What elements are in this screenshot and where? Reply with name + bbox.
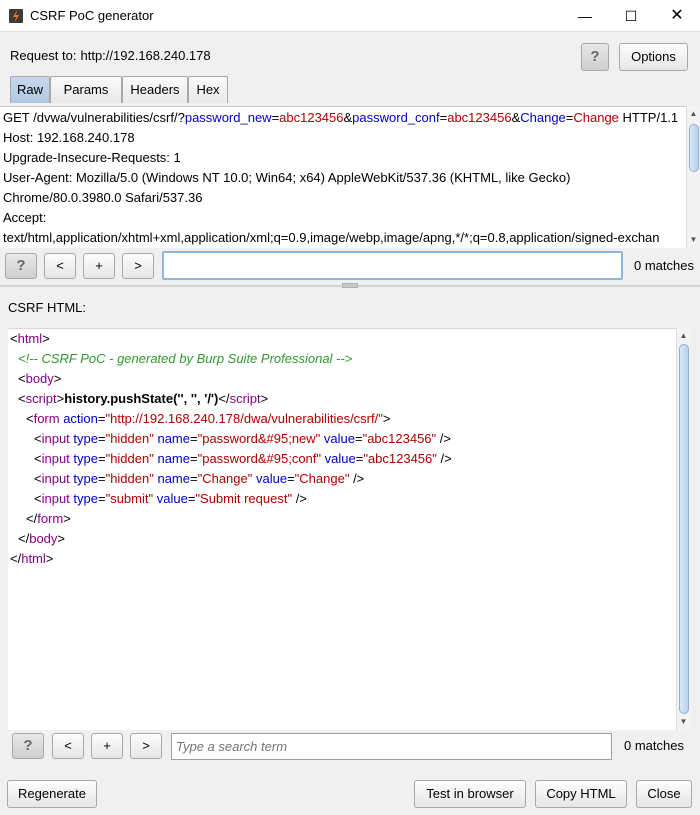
code-line: <input type="hidden" name="password&#95;… (34, 451, 452, 466)
request-line: GET /dvwa/vulnerabilities/csrf/?password… (3, 110, 679, 125)
search-next-button[interactable]: > (122, 253, 154, 279)
close-window-button[interactable]: ✕ (654, 0, 700, 32)
search-help-icon[interactable]: ? (12, 733, 44, 759)
csrf-html-label: CSRF HTML: (8, 300, 86, 315)
request-host: http://192.168.240.178 (80, 48, 211, 63)
scroll-up-arrow-icon[interactable]: ▲ (687, 108, 700, 120)
html-scrollbar[interactable]: ▲ ▼ (676, 328, 690, 730)
search-add-button[interactable]: + (83, 253, 115, 279)
header-line: Upgrade-Insecure-Requests: 1 (3, 150, 181, 165)
code-line: </body> (18, 531, 66, 546)
header-line: Chrome/80.0.3980.0 Safari/537.36 (3, 190, 203, 205)
code-line: <form action="http://192.168.240.178/dwa… (26, 411, 391, 426)
options-button[interactable]: Options (619, 43, 688, 71)
maximize-button[interactable]: ☐ (608, 0, 654, 32)
header-line: User-Agent: Mozilla/5.0 (Windows NT 10.0… (3, 170, 571, 185)
scroll-down-arrow-icon[interactable]: ▼ (677, 716, 690, 728)
csrf-html-editor[interactable]: <html> <!-- CSRF PoC - generated by Burp… (8, 328, 676, 730)
code-line: <body> (18, 371, 62, 386)
html-match-count: 0 matches (624, 738, 684, 753)
code-line: <input type="hidden" name="Change" value… (34, 471, 365, 486)
code-line: <script>history.pushState('', '', '/')</… (18, 391, 269, 406)
burp-logo-icon (9, 9, 23, 23)
scroll-thumb[interactable] (689, 124, 699, 172)
search-add-button[interactable]: + (91, 733, 123, 759)
regenerate-button[interactable]: Regenerate (7, 780, 97, 808)
code-line: <!-- CSRF PoC - generated by Burp Suite … (18, 351, 353, 366)
search-prev-button[interactable]: < (52, 733, 84, 759)
code-line: <input type="hidden" name="password&#95;… (34, 431, 451, 446)
header-line: Host: 192.168.240.178 (3, 130, 135, 145)
request-label: Request to: (10, 48, 77, 63)
code-line: <html> (10, 331, 50, 346)
tab-hex[interactable]: Hex (188, 76, 228, 103)
copy-html-button[interactable]: Copy HTML (535, 780, 627, 808)
help-icon[interactable]: ? (581, 43, 609, 71)
window-title: CSRF PoC generator (30, 8, 154, 23)
search-help-icon[interactable]: ? (5, 253, 37, 279)
code-line: </form> (26, 511, 71, 526)
code-line: </html> (10, 551, 54, 566)
tab-raw[interactable]: Raw (10, 76, 50, 103)
split-grip-icon[interactable] (342, 283, 358, 288)
close-button[interactable]: Close (636, 780, 692, 808)
search-next-button[interactable]: > (130, 733, 162, 759)
code-line: <input type="submit" value="Submit reque… (34, 491, 307, 506)
title-bar: CSRF PoC generator — ☐ ✕ (0, 0, 700, 32)
scroll-up-arrow-icon[interactable]: ▲ (677, 330, 690, 342)
tab-headers[interactable]: Headers (122, 76, 188, 103)
tab-params[interactable]: Params (50, 76, 122, 103)
header-line: text/html,application/xhtml+xml,applicat… (3, 230, 660, 245)
request-match-count: 0 matches (634, 258, 694, 273)
header-line: Accept: (3, 210, 47, 225)
minimize-button[interactable]: — (562, 0, 608, 32)
request-scrollbar[interactable]: ▲ ▼ (686, 106, 700, 248)
scroll-down-arrow-icon[interactable]: ▼ (687, 234, 700, 246)
request-target: Request to: http://192.168.240.178 (10, 48, 211, 63)
scroll-thumb[interactable] (679, 344, 689, 714)
raw-request-editor[interactable]: GET /dvwa/vulnerabilities/csrf/?password… (0, 106, 686, 248)
search-prev-button[interactable]: < (44, 253, 76, 279)
request-search-input[interactable] (162, 251, 623, 280)
html-search-input[interactable] (171, 733, 612, 760)
test-in-browser-button[interactable]: Test in browser (414, 780, 526, 808)
